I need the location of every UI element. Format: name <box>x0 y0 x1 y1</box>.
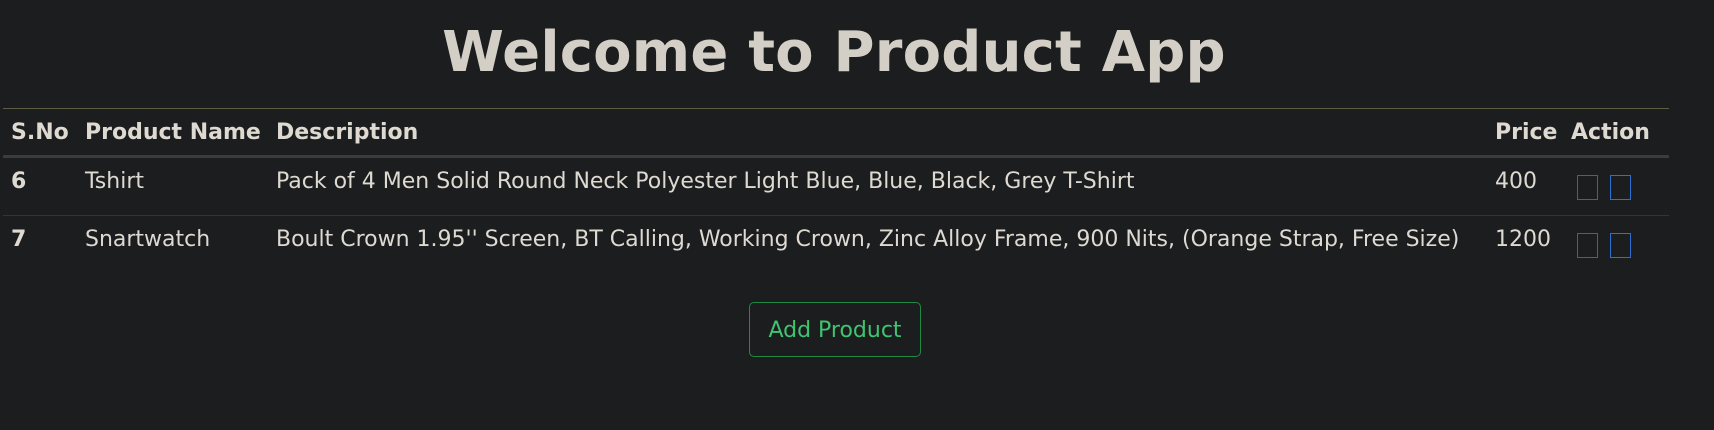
product-app-page: Welcome to Product App S.No Product Name… <box>0 0 1714 430</box>
table-header: S.No Product Name Description Price Acti… <box>3 108 1669 158</box>
edit-button[interactable] <box>1610 175 1631 200</box>
add-product-button[interactable]: Add Product <box>749 302 921 357</box>
column-header-product-name: Product Name <box>77 108 268 158</box>
edit-button[interactable] <box>1610 233 1631 258</box>
cell-description: Pack of 4 Men Solid Round Neck Polyester… <box>268 156 1487 216</box>
cell-price: 400 <box>1487 156 1563 216</box>
column-header-description: Description <box>268 108 1487 158</box>
column-header-action: Action <box>1563 108 1669 158</box>
cell-price: 1200 <box>1495 227 1551 252</box>
cell-description: Boult Crown 1.95'' Screen, BT Calling, W… <box>276 227 1460 252</box>
table-row: 7 Snartwatch Boult Crown 1.95'' Screen, … <box>3 216 1669 275</box>
cell-sno: 7 <box>11 227 27 252</box>
column-header-price: Price <box>1487 108 1563 158</box>
column-header-sno: S.No <box>3 108 77 158</box>
cell-actions <box>1563 156 1669 216</box>
cell-actions <box>1563 216 1669 275</box>
page-title: Welcome to Product App <box>442 20 1226 85</box>
cell-sno: 6 <box>3 156 77 216</box>
cell-product-name: Snartwatch <box>85 227 211 252</box>
delete-button[interactable] <box>1577 233 1598 258</box>
products-table: S.No Product Name Description Price Acti… <box>3 108 1669 275</box>
cell-product-name: Tshirt <box>77 156 268 216</box>
header-row: S.No Product Name Description Price Acti… <box>3 108 1669 158</box>
delete-button[interactable] <box>1577 175 1598 200</box>
table-body: 6 Tshirt Pack of 4 Men Solid Round Neck … <box>3 156 1669 275</box>
table-row: 6 Tshirt Pack of 4 Men Solid Round Neck … <box>3 156 1669 216</box>
